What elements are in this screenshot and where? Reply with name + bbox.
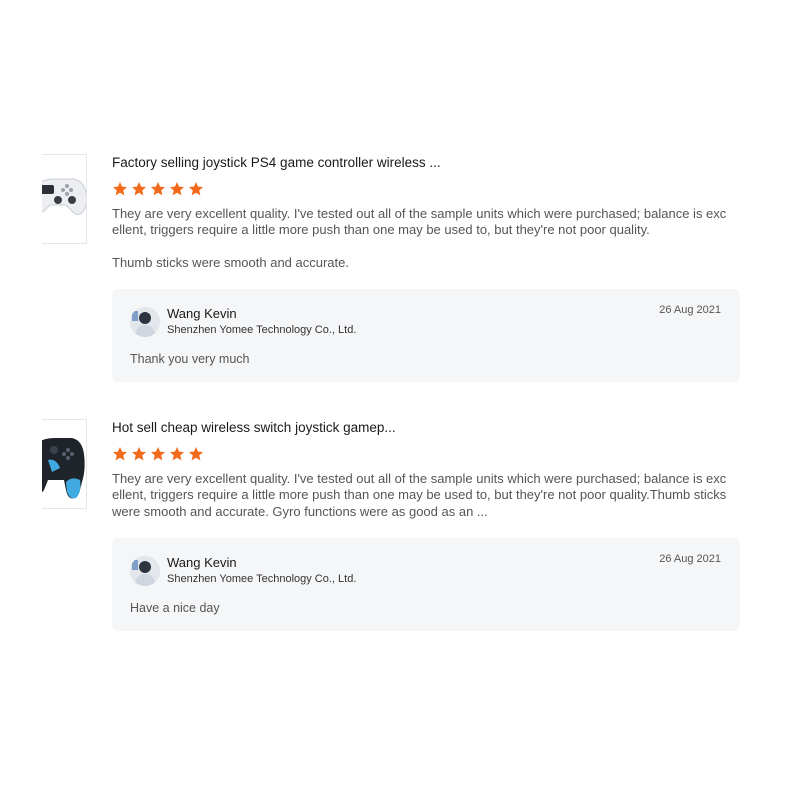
star-icon — [132, 182, 146, 196]
reply-text: Thank you very much — [130, 352, 250, 366]
reply-text: Have a nice day — [130, 601, 220, 615]
reply-date: 26 Aug 2021 — [659, 553, 721, 565]
star-icon — [132, 447, 146, 461]
reply-date: 26 Aug 2021 — [659, 304, 721, 316]
star-icon — [170, 447, 184, 461]
user-avatar-icon — [130, 556, 160, 586]
product-thumbnail[interactable] — [42, 419, 87, 509]
star-icon — [189, 182, 203, 196]
white-controller-image — [42, 155, 86, 243]
star-icon — [170, 182, 184, 196]
seller-reply: Wang Kevin Shenzhen Yomee Technology Co.… — [112, 538, 740, 631]
reply-company: Shenzhen Yomee Technology Co., Ltd. — [167, 573, 357, 585]
star-icon — [151, 182, 165, 196]
review-text: They are very excellent quality. I've te… — [112, 471, 742, 520]
seller-reply: Wang Kevin Shenzhen Yomee Technology Co.… — [112, 289, 740, 382]
avatar — [130, 307, 160, 337]
product-thumbnail[interactable] — [42, 154, 87, 244]
star-icon — [113, 182, 127, 196]
reply-author-name: Wang Kevin — [167, 306, 237, 321]
review-text-line: They are very excellent quality. I've te… — [112, 206, 727, 221]
star-icon — [113, 447, 127, 461]
review-text: They are very excellent quality. I've te… — [112, 206, 742, 271]
review-content: Factory selling joystick PS4 game contro… — [112, 154, 742, 382]
star-icon — [189, 447, 203, 461]
review-content: Hot sell cheap wireless switch joystick … — [112, 419, 742, 631]
review-text-line: ellent, triggers require a little more p… — [112, 222, 650, 238]
user-avatar-icon — [130, 307, 160, 337]
reply-author-name: Wang Kevin — [167, 555, 237, 570]
star-icon — [151, 447, 165, 461]
star-rating — [112, 446, 742, 462]
product-title[interactable]: Hot sell cheap wireless switch joystick … — [112, 419, 742, 437]
review-text-line: were smooth and accurate. Gyro functions… — [112, 503, 488, 519]
black-blue-controller-image — [42, 420, 86, 508]
avatar — [130, 556, 160, 586]
review-text-line: ellent, triggers require a little more p… — [112, 487, 727, 503]
reply-company: Shenzhen Yomee Technology Co., Ltd. — [167, 324, 357, 336]
review-text-line: Thumb sticks were smooth and accurate. — [112, 254, 349, 270]
star-rating — [112, 181, 742, 197]
product-title[interactable]: Factory selling joystick PS4 game contro… — [112, 154, 742, 172]
review-text-line: They are very excellent quality. I've te… — [112, 471, 727, 486]
